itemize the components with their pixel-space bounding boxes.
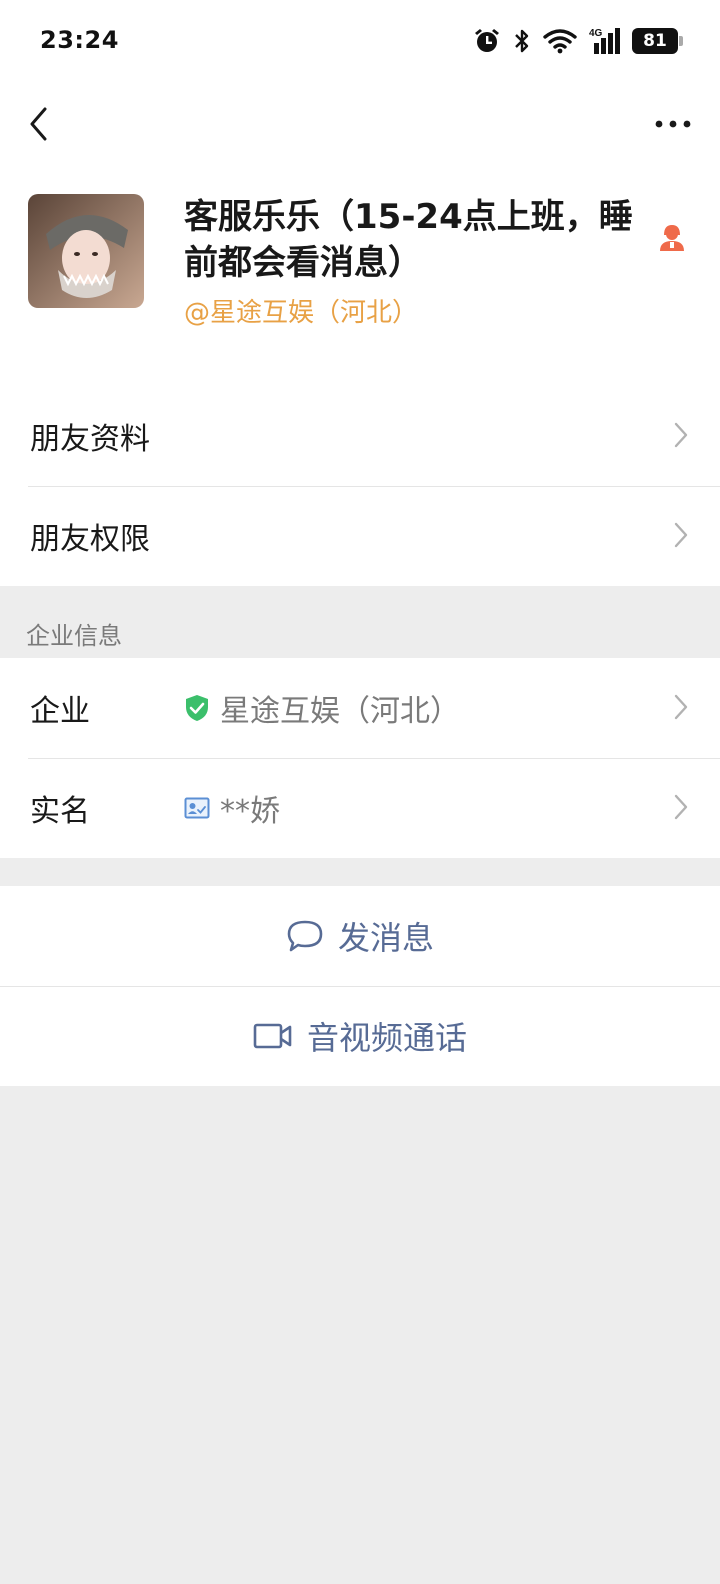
- chat-bubble-icon: [287, 920, 323, 952]
- realname-label: 实名: [30, 794, 90, 829]
- company-value-wrap: 星途互娱（河北）: [184, 686, 460, 730]
- enterprise-company-row[interactable]: 企业 星途互娱（河北）: [0, 658, 720, 758]
- enterprise-realname-row[interactable]: 实名 **娇: [0, 758, 720, 858]
- action-group: 发消息 音视频通话: [0, 886, 720, 1086]
- chevron-left-icon: [30, 107, 47, 141]
- friend-menu: 朋友资料 朋友权限: [0, 386, 720, 586]
- status-icons: 4G 81: [472, 24, 683, 58]
- profile-corp-tag[interactable]: @星途互娱（河北）: [184, 292, 418, 329]
- av-call-button[interactable]: 音视频通话: [0, 986, 720, 1086]
- video-camera-icon: [253, 1023, 292, 1049]
- menu-label: 朋友资料: [30, 422, 150, 457]
- menu-friend-permissions[interactable]: 朋友权限: [0, 486, 720, 586]
- enterprise-group: 企业 星途互娱（河北） 实名 **娇: [0, 658, 720, 858]
- id-card-icon: [184, 797, 210, 819]
- chevron-right-icon: [674, 794, 688, 820]
- back-button[interactable]: [18, 102, 58, 146]
- chevron-right-icon: [674, 522, 688, 548]
- av-call-label: 音视频通话: [306, 1019, 467, 1057]
- status-time: 23:24: [40, 26, 119, 54]
- menu-friend-info[interactable]: 朋友资料: [0, 386, 720, 486]
- profile-screen: 23:24 4G 81 客服乐乐（15-24点上班，睡前都会看消息） @星途互娱…: [0, 0, 720, 1584]
- profile-header: 客服乐乐（15-24点上班，睡前都会看消息） @星途互娱（河北）: [0, 174, 720, 386]
- realname-value: **娇: [220, 794, 280, 829]
- battery-icon: 81: [632, 28, 683, 54]
- company-value: 星途互娱（河北）: [220, 694, 460, 729]
- chevron-right-icon: [674, 694, 688, 720]
- send-message-label: 发消息: [337, 919, 434, 957]
- signal-4g-icon: 4G: [589, 28, 620, 54]
- battery-level: 81: [643, 31, 667, 51]
- verified-shield-icon: [186, 695, 208, 721]
- customer-service-icon: [660, 225, 684, 251]
- bluetooth-icon: [515, 29, 529, 53]
- alarm-icon: [475, 29, 499, 52]
- send-message-button[interactable]: 发消息: [0, 886, 720, 986]
- more-icon: [655, 120, 691, 128]
- realname-value-wrap: **娇: [184, 786, 280, 830]
- company-label: 企业: [30, 694, 90, 729]
- section-title-enterprise: 企业信息: [26, 622, 122, 650]
- status-bar: 23:24 4G 81: [0, 0, 720, 84]
- svg-text:4G: 4G: [589, 28, 603, 39]
- avatar[interactable]: [28, 194, 144, 308]
- more-button[interactable]: [648, 106, 698, 142]
- nav-bar: [0, 84, 720, 174]
- menu-label: 朋友权限: [30, 522, 150, 557]
- profile-name: 客服乐乐（15-24点上班，睡前都会看消息）: [184, 197, 633, 283]
- chevron-right-icon: [674, 422, 688, 448]
- wifi-icon: [543, 29, 577, 54]
